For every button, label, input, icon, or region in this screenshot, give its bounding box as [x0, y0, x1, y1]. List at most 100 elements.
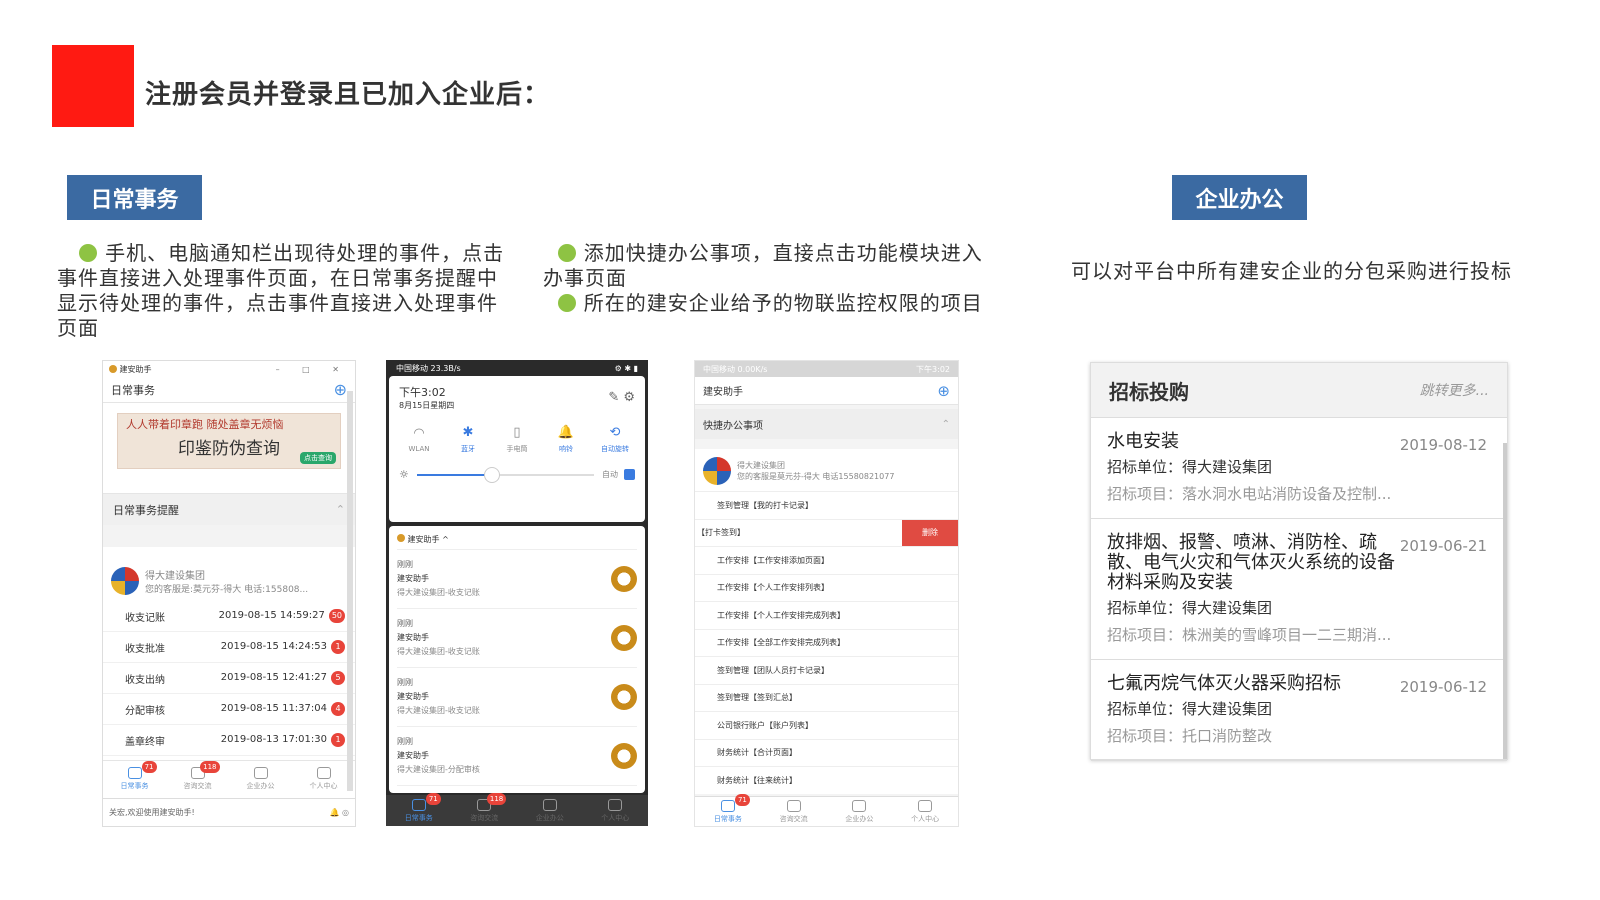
quick-item[interactable]: 【打卡签到】 删除 [695, 518, 958, 546]
toggle-icon: ✱ [462, 425, 474, 440]
reminder-label: 盖章终审 [125, 736, 165, 748]
bullet-icon [79, 244, 98, 262]
tab-icon [852, 799, 867, 812]
quick-item[interactable]: 财务统计【往来统计】 [695, 766, 958, 794]
bidding-card: 招标投购 跳转更多... 水电安装 2019-08-12 招标单位：得大建设集团 招标… [1090, 362, 1508, 761]
add-icon[interactable]: ⊕ [334, 380, 347, 399]
tab-2[interactable]: 企业办公 [247, 766, 275, 791]
status-bar-text: 关宏,欢迎使用建安助手! [109, 808, 195, 817]
tab-icon [316, 766, 331, 779]
quick-item[interactable]: 签到管理【团队人员打卡记录】 [695, 656, 958, 684]
notification-item[interactable]: 刚刚 建安助手 得大建设集团-收支记账 [397, 668, 637, 727]
bid-title: 放排烟、报警、喷淋、消防栓、疏散、电气火灾和气体灭火系统的设备材料采购及安装 [1107, 532, 1395, 593]
quick-item[interactable]: 签到管理【我的打卡记录】 [695, 491, 958, 519]
quick-actions-screenshot: 中国移动 0.00K/s 下午3:02 建安助手 ⊕ 快捷办公事项 ⌃ 得大建设集团您… [694, 360, 959, 827]
reminder-time: 2019-08-15 14:59:27 [218, 610, 325, 621]
quick-toggle[interactable]: ◠ WLAN [399, 426, 439, 453]
quick-item[interactable]: 工作安排【工作安排添加页面】 [695, 546, 958, 574]
tab-label: 日常事务 [404, 814, 433, 822]
quick-item[interactable]: 工作安排【全部工作安排完成列表】 [695, 628, 958, 657]
add-icon[interactable]: ⊕ [937, 382, 950, 400]
notification-item[interactable]: 刚刚 建安助手 得大建设集团-收支记账 [397, 550, 637, 609]
tab-icon [918, 799, 933, 812]
tab-badge: 118 [200, 760, 220, 773]
reminder-count-badge: 5 [331, 671, 345, 685]
bid-project: 落水洞水电站消防设备及控制... [1182, 485, 1392, 503]
tab-1[interactable]: 118 咨询交流 [183, 760, 220, 791]
tab-0[interactable]: 71 日常事务 [713, 793, 750, 824]
quick-item[interactable]: 财务统计【合计页面】 [695, 738, 958, 767]
auto-checkbox[interactable] [624, 469, 635, 480]
reminder-row[interactable]: 收支出纳 2019-08-15 12:41:27 5 [103, 663, 355, 694]
app-icon [611, 743, 637, 769]
quick-item[interactable]: 工作安排【个人工作安排完成列表】 [695, 601, 958, 629]
bid-title: 水电安装 [1107, 431, 1179, 452]
tab-2[interactable]: 企业办公 [536, 799, 564, 823]
bid-date: 2019-06-12 [1399, 678, 1487, 696]
tab-icon [720, 799, 735, 812]
tab-3[interactable]: 个人中心 [911, 799, 940, 824]
tab-label: 企业办公 [845, 814, 874, 823]
tab-badge: 71 [141, 760, 157, 773]
bid-unit: 得大建设集团 [1182, 458, 1273, 476]
tab-label: 咨询交流 [183, 781, 212, 790]
reminder-row[interactable]: 分配审核 2019-08-15 11:37:04 4 [103, 694, 355, 725]
enterprise-office-tag: 企业办公 [1172, 175, 1307, 220]
bullet-icon [557, 244, 576, 262]
reminder-time: 2019-08-15 11:37:04 [220, 703, 327, 714]
app-icon [611, 625, 637, 651]
battery-icon: ⚙ ✱ ▮ [614, 363, 638, 373]
tab-label: 日常事务 [713, 814, 742, 823]
tab-1[interactable]: 118 咨询交流 [470, 793, 507, 823]
tab-3[interactable]: 个人中心 [601, 799, 629, 823]
bid-item[interactable]: 水电安装 2019-08-12 招标单位：得大建设集团 招标项目：落水洞水电站消防设备… [1091, 418, 1507, 519]
seal-banner[interactable]: 人人带着印章跑 随处盖章无烦恼 印鉴防伪查询 点击查询 [103, 403, 355, 493]
reminder-row[interactable]: 收支记账 2019-08-15 14:59:27 50 [103, 601, 355, 632]
brightness-icon: ☼ [399, 468, 409, 481]
reminder-row[interactable]: 盖章终审 2019-08-13 17:01:30 1 [103, 725, 355, 756]
tab-0[interactable]: 71 日常事务 [404, 793, 441, 823]
bid-item[interactable]: 放排烟、报警、喷淋、消防栓、疏散、电气火灾和气体灭火系统的设备材料采购及安装 20… [1091, 519, 1507, 660]
tab-label: 日常事务 [120, 781, 149, 790]
tab-badge: 71 [734, 793, 750, 806]
tab-label: 个人中心 [911, 814, 940, 823]
tab-label: 咨询交流 [779, 814, 808, 823]
title-accent-block [52, 45, 134, 127]
notification-group-header[interactable]: 建安助手 ^ [397, 530, 637, 550]
quick-toggle[interactable]: ▯ 手电筒 [497, 425, 537, 454]
brightness-slider[interactable] [416, 466, 594, 483]
delete-button[interactable]: 删除 [902, 519, 958, 546]
quick-toggle[interactable]: 🔔 响铃 [546, 425, 586, 454]
scrollbar[interactable] [347, 391, 353, 791]
quick-item[interactable]: 签到管理【签到汇总】 [695, 683, 958, 712]
quick-toggle[interactable]: ⟲ 自动旋转 [595, 425, 635, 454]
bid-item[interactable]: 七氟丙烷气体灭火器采购招标 2019-06-12 招标单位：得大建设集团 招标项目：托… [1091, 660, 1507, 761]
tab-1[interactable]: 咨询交流 [779, 799, 808, 824]
clock-time: 下午3:02 [399, 386, 446, 399]
quick-item[interactable]: 公司银行账户【账户列表】 [695, 711, 958, 739]
reminder-label: 收支批准 [125, 643, 165, 655]
company-logo [111, 567, 139, 595]
tab-2[interactable]: 企业办公 [845, 799, 874, 824]
settings-icon[interactable]: ✎ ⚙ [608, 390, 635, 405]
quick-toggle[interactable]: ✱ 蓝牙 [448, 425, 488, 454]
scrollbar[interactable] [1503, 443, 1507, 759]
quick-item[interactable]: 工作安排【个人工作安排列表】 [695, 573, 958, 602]
reminder-time: 2019-08-15 14:24:53 [220, 641, 327, 652]
reminder-row[interactable]: 收支批准 2019-08-15 14:24:53 1 [103, 632, 355, 663]
notification-item[interactable]: 刚刚 建安助手 得大建设集团-分配审核 [397, 727, 637, 786]
collapse-icon[interactable]: ⌃ [336, 503, 345, 516]
more-link[interactable]: 跳转更多... [1420, 380, 1489, 400]
bell-icon[interactable]: 🔔 ◎ [330, 808, 349, 817]
window-controls[interactable]: – □ ✕ [276, 365, 349, 374]
notification-item[interactable]: 刚刚 建安助手 得大建设集团-收支记账 [397, 609, 637, 668]
company-logo [703, 457, 731, 485]
tab-3[interactable]: 个人中心 [310, 766, 338, 791]
tab-icon [786, 799, 801, 812]
logo-icon [109, 364, 117, 373]
tab-label: 企业办公 [535, 814, 564, 822]
query-button[interactable]: 点击查询 [300, 452, 336, 464]
collapse-icon[interactable]: ⌃ [942, 419, 950, 430]
desktop-app-screenshot: 建安助手 – □ ✕ 日常事务 ⊕ 人人带着印章跑 随处盖章无烦恼 印鉴防伪查询… [102, 360, 356, 827]
tab-0[interactable]: 71 日常事务 [120, 760, 157, 791]
